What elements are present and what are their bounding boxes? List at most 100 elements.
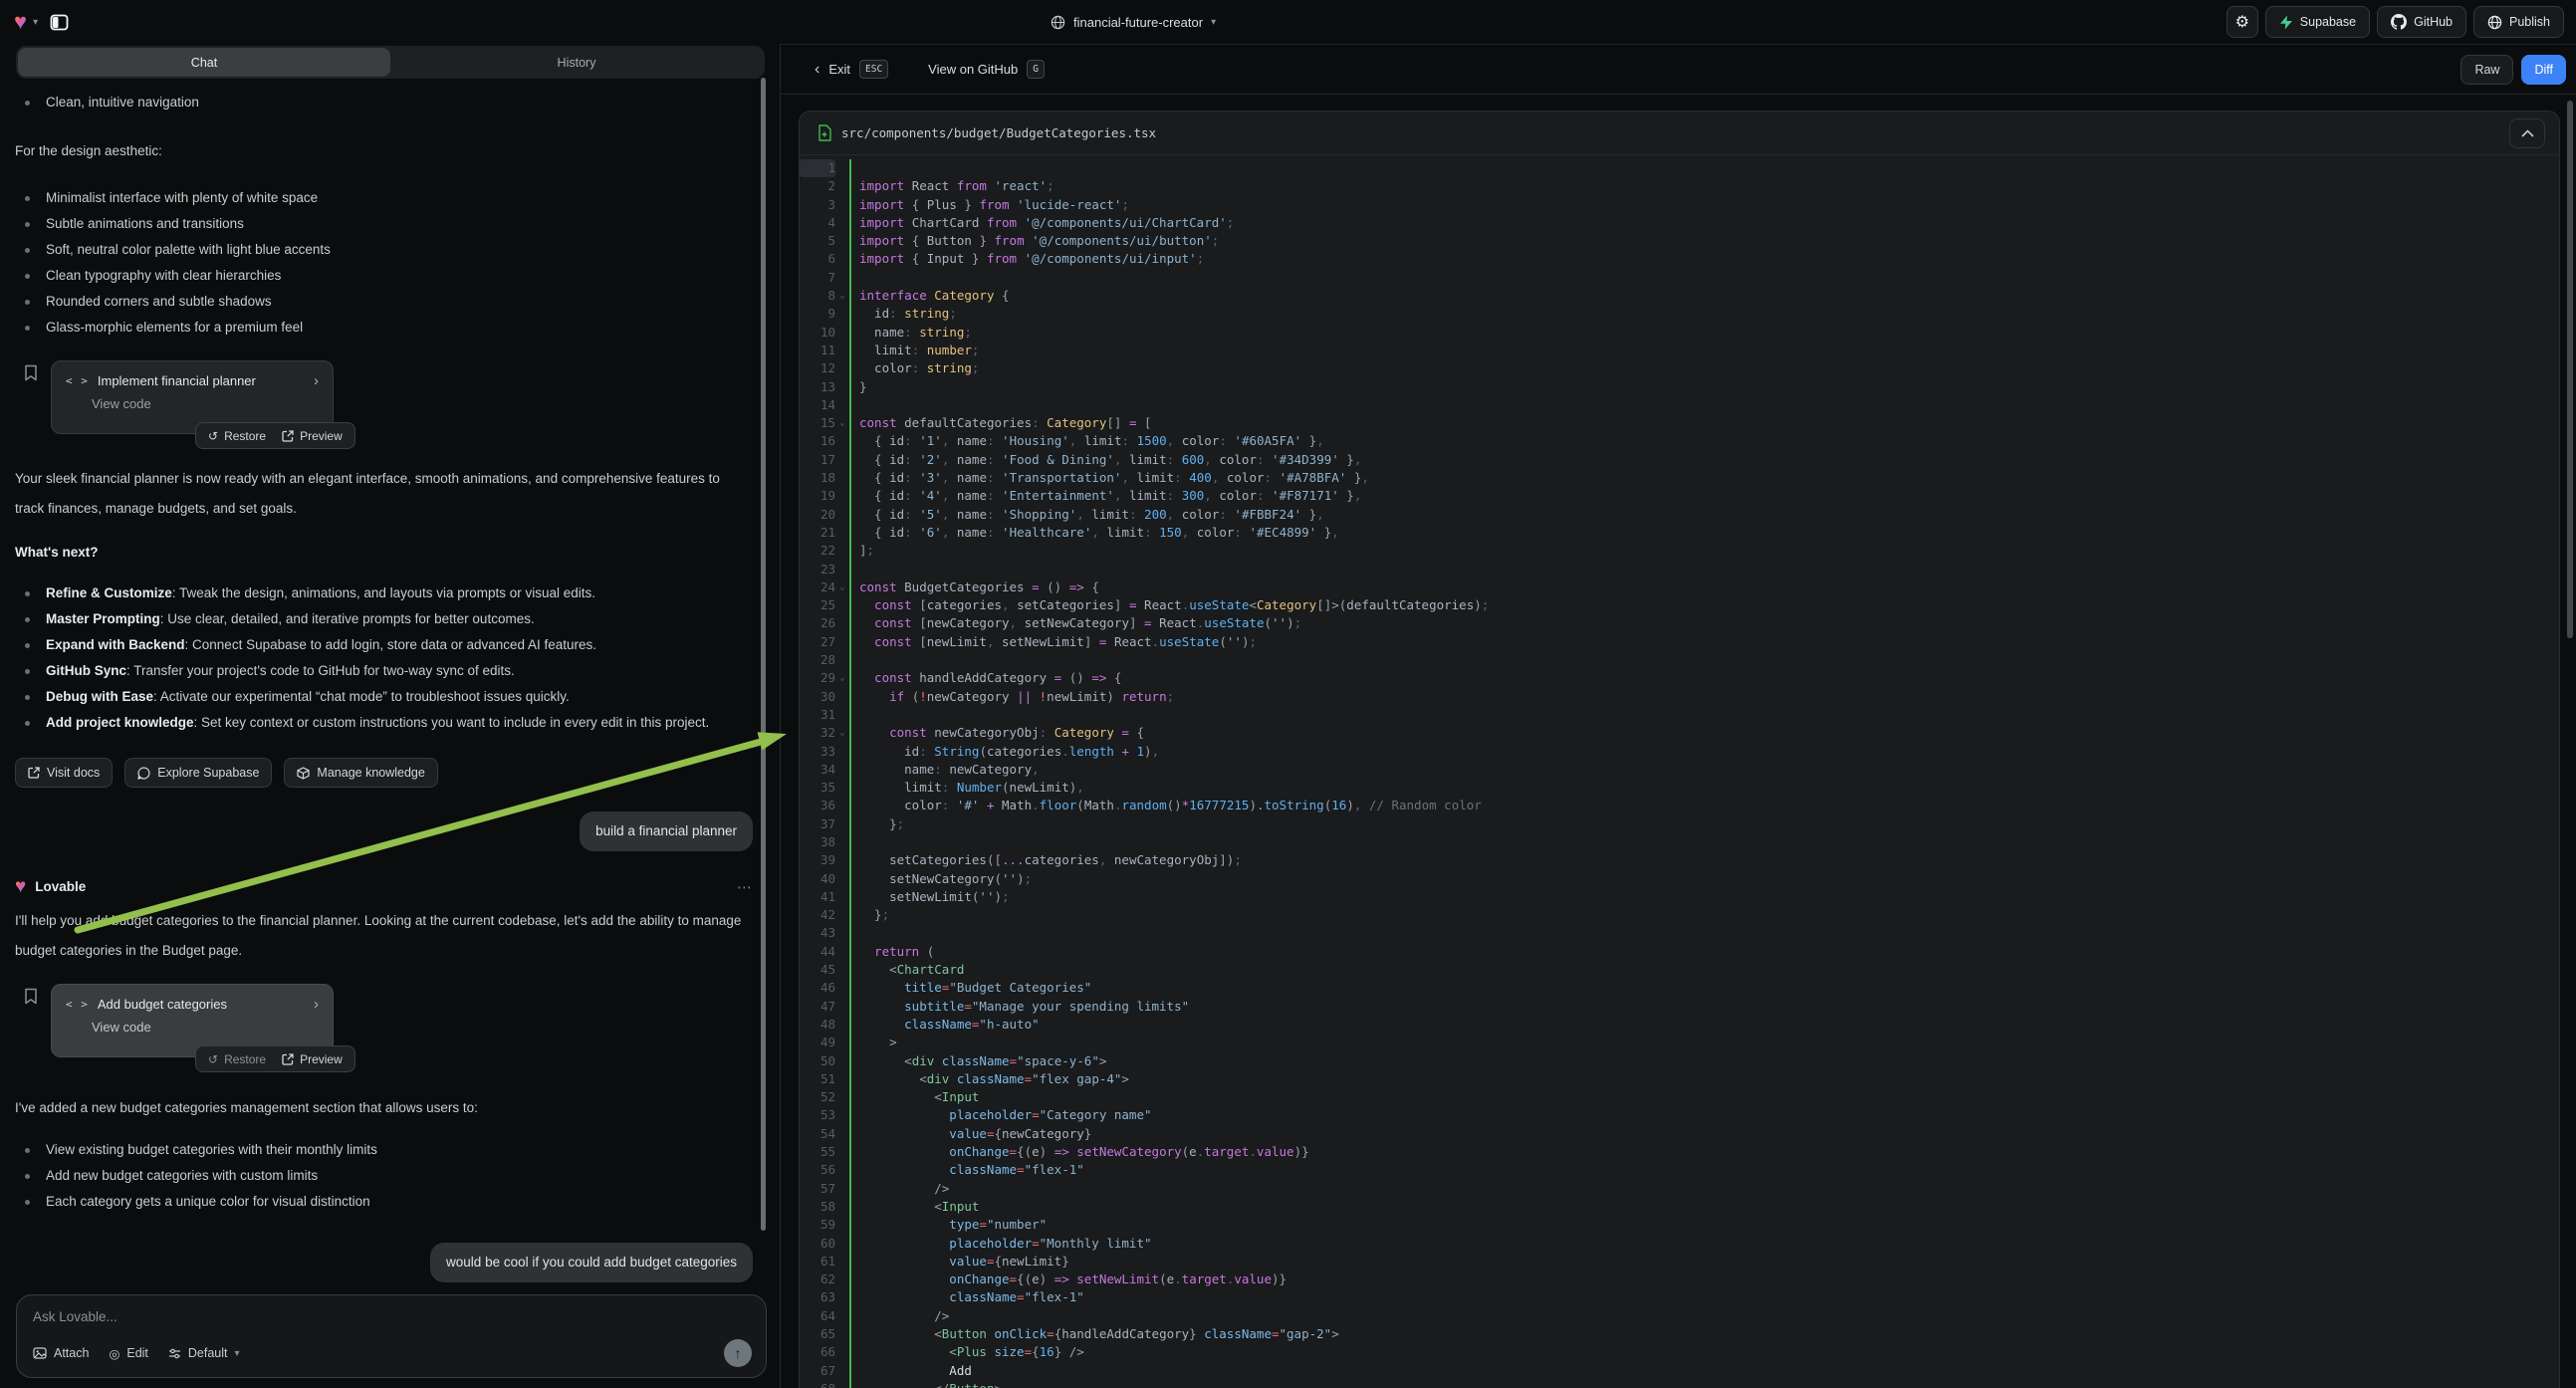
design-bullets: Minimalist interface with plenty of whit…	[15, 185, 753, 341]
code-line: 58 <Input	[800, 1198, 2559, 1216]
code-line: 17 { id: '2', name: 'Food & Dining', lim…	[800, 451, 2559, 469]
file-diff-card: src/components/budget/BudgetCategories.t…	[799, 111, 2560, 1388]
explore-supabase-button[interactable]: Explore Supabase	[124, 758, 272, 788]
top-bar: ♥ ▾ financial-future-creator ▾ ⚙	[0, 0, 2576, 44]
supabase-button[interactable]: Supabase	[2265, 6, 2370, 38]
list-item: Add new budget categories with custom li…	[15, 1163, 753, 1189]
code-line: 51 <div className="flex gap-4">	[800, 1070, 2559, 1088]
raw-toggle-button[interactable]: Raw	[2460, 55, 2513, 85]
code-line: 14	[800, 396, 2559, 414]
code-line: 60 placeholder="Monthly limit"	[800, 1235, 2559, 1253]
code-icon: < >	[66, 998, 89, 1011]
diff-toggle-button[interactable]: Diff	[2521, 55, 2566, 85]
chat-input-box[interactable]: Ask Lovable... Attach ◎ Edit	[16, 1294, 767, 1378]
sidebar-icon	[50, 13, 69, 32]
code-line: 41 setNewLimit('');	[800, 888, 2559, 906]
code-line: 19 { id: '4', name: 'Entertainment', lim…	[800, 487, 2559, 505]
manage-knowledge-button[interactable]: Manage knowledge	[284, 758, 437, 788]
project-name: financial-future-creator	[1073, 15, 1203, 30]
list-item: Subtle animations and transitions	[15, 211, 753, 237]
preview-button[interactable]: Preview	[282, 429, 343, 443]
version-card-wrapper: < > Add budget categories › View code ↺R…	[15, 980, 753, 1075]
edit-button[interactable]: ◎ Edit	[109, 1346, 147, 1361]
image-icon	[33, 1346, 47, 1360]
code-line: 4import ChartCard from '@/components/ui/…	[800, 214, 2559, 232]
arrow-up-icon: ↑	[735, 1345, 742, 1361]
code-line: 12 color: string;	[800, 359, 2559, 377]
globe-icon	[1051, 15, 1065, 30]
visit-docs-button[interactable]: Visit docs	[15, 758, 113, 788]
code-line: 29⌄ const handleAddCategory = () => {	[800, 669, 2559, 687]
chevron-down-icon[interactable]: ▾	[33, 17, 38, 28]
list-item: Minimalist interface with plenty of whit…	[15, 185, 753, 211]
code-line: 8⌄interface Category {	[800, 287, 2559, 305]
whats-next-heading: What's next?	[15, 545, 98, 560]
github-button[interactable]: GitHub	[2377, 6, 2466, 38]
lovable-logo-icon[interactable]: ♥	[14, 11, 27, 33]
chevron-right-icon[interactable]: ›	[314, 996, 319, 1013]
code-scrollbar[interactable]	[2567, 101, 2573, 638]
chat-bubble-icon	[137, 767, 150, 780]
restore-button[interactable]: ↺Restore	[208, 429, 266, 443]
code-line: 49 >	[800, 1034, 2559, 1051]
send-button[interactable]: ↑	[724, 1339, 752, 1367]
assistant-message: I'll help you add budget categories to t…	[15, 906, 753, 966]
package-icon	[297, 767, 310, 780]
code-line: 23	[800, 561, 2559, 578]
view-code-link[interactable]: View code	[92, 1020, 319, 1035]
code-line: 43	[800, 924, 2559, 942]
code-line: 56 className="flex-1"	[800, 1161, 2559, 1179]
exit-button[interactable]: ‹ Exit ESC	[815, 60, 888, 79]
message-menu-button[interactable]: ⋯	[737, 878, 753, 896]
tab-chat[interactable]: Chat	[18, 48, 390, 77]
code-line: 54 value={newCategory}	[800, 1125, 2559, 1143]
preview-button[interactable]: Preview	[282, 1052, 343, 1066]
mode-select[interactable]: Default ▾	[168, 1346, 240, 1360]
chevron-right-icon[interactable]: ›	[314, 372, 319, 389]
file-header[interactable]: src/components/budget/BudgetCategories.t…	[800, 112, 2559, 155]
restore-preview-toolbar: ↺Restore Preview	[195, 1045, 355, 1072]
chat-input-placeholder: Ask Lovable...	[33, 1309, 750, 1324]
code-line: 68 </Button>	[800, 1380, 2559, 1388]
version-title: Add budget categories	[98, 997, 305, 1012]
chat-scrollbar[interactable]	[761, 78, 766, 1231]
sliders-icon	[168, 1347, 181, 1360]
list-item: Glass-morphic elements for a premium fee…	[15, 315, 753, 341]
publish-button[interactable]: Publish	[2473, 6, 2564, 38]
code-line: 36 color: '#' + Math.floor(Math.random()…	[800, 797, 2559, 814]
project-switcher[interactable]: financial-future-creator ▾	[1051, 0, 1216, 44]
view-code-link[interactable]: View code	[92, 396, 319, 411]
chat-scroll-area[interactable]: Clean, intuitive navigation For the desi…	[0, 80, 779, 1290]
restore-button[interactable]: ↺Restore	[208, 1052, 266, 1066]
restore-preview-toolbar: ↺Restore Preview	[195, 422, 355, 449]
code-line: 61 value={newLimit}	[800, 1253, 2559, 1271]
code-line: 35 limit: Number(newLimit),	[800, 779, 2559, 797]
tab-history[interactable]: History	[390, 48, 763, 77]
settings-button[interactable]: ⚙	[2226, 6, 2258, 38]
view-on-github-button[interactable]: View on GitHub G	[928, 60, 1045, 79]
code-line: 47 subtitle="Manage your spending limits…	[800, 998, 2559, 1016]
code-line: 15⌄const defaultCategories: Category[] =…	[800, 414, 2559, 432]
esc-key-badge: ESC	[859, 60, 888, 79]
restore-icon: ↺	[208, 1052, 218, 1066]
list-item: GitHub Sync: Transfer your project's cod…	[15, 658, 753, 684]
code-line: 52 <Input	[800, 1088, 2559, 1106]
attach-button[interactable]: Attach	[33, 1346, 89, 1360]
list-item: Clean, intuitive navigation	[15, 90, 753, 116]
code-line: 16 { id: '1', name: 'Housing', limit: 15…	[800, 432, 2559, 450]
code-lines[interactable]: 12import React from 'react';3import { Pl…	[800, 155, 2559, 1388]
file-added-icon	[818, 124, 831, 141]
sidebar-toggle-button[interactable]	[44, 7, 74, 37]
list-item: Clean typography with clear hierarchies	[15, 263, 753, 289]
bookmark-icon[interactable]	[24, 988, 38, 1005]
chevron-down-icon: ▾	[1211, 17, 1216, 28]
code-line: 24⌄const BudgetCategories = () => {	[800, 578, 2559, 596]
code-line: 46 title="Budget Categories"	[800, 979, 2559, 997]
collapse-file-button[interactable]	[2509, 118, 2545, 148]
code-line: 20 { id: '5', name: 'Shopping', limit: 2…	[800, 506, 2559, 524]
code-line: 34 name: newCategory,	[800, 761, 2559, 779]
bookmark-icon[interactable]	[24, 364, 38, 381]
code-line: 27 const [newLimit, setNewLimit] = React…	[800, 633, 2559, 651]
code-line: 32⌄ const newCategoryObj: Category = {	[800, 724, 2559, 742]
supabase-icon	[2279, 15, 2293, 30]
